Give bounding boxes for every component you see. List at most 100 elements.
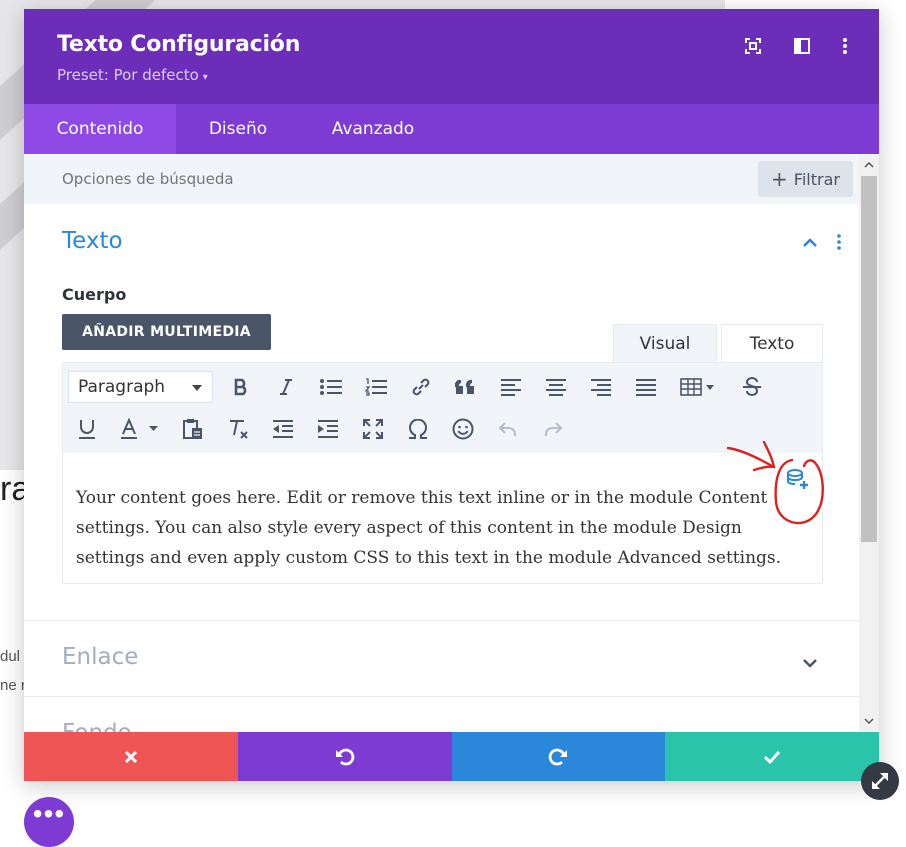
- tab-content[interactable]: Contenido: [24, 104, 176, 154]
- section-divider: [24, 620, 859, 621]
- resize-modal-button[interactable]: [861, 762, 899, 800]
- section-options-button[interactable]: [836, 234, 842, 255]
- check-icon: [764, 750, 781, 764]
- scroll-up-arrow-icon[interactable]: [859, 156, 879, 174]
- tab-design[interactable]: Diseño: [176, 104, 300, 154]
- justify-icon: [636, 379, 656, 396]
- filter-label: Filtrar: [793, 169, 840, 189]
- search-input[interactable]: [54, 164, 670, 194]
- chevron-down-icon: [192, 385, 202, 391]
- filter-button[interactable]: + Filtrar: [758, 161, 853, 197]
- tab-advanced[interactable]: Avanzado: [300, 104, 446, 154]
- numbered-list-button[interactable]: [361, 372, 391, 402]
- expand-icon: [363, 419, 383, 439]
- editor-tab-visual[interactable]: Visual: [613, 324, 717, 363]
- editor-content[interactable]: Your content goes here. Edit or remove t…: [76, 483, 806, 573]
- resize-arrows-icon: [872, 773, 888, 789]
- settings-modal: Texto Configuración Preset: Por defecto ▾…: [24, 9, 879, 781]
- scrollbar[interactable]: [859, 154, 879, 732]
- smiley-icon: [452, 418, 474, 440]
- caret-down-icon: ▾: [202, 72, 208, 83]
- chevron-down-icon: [803, 659, 817, 668]
- bullet-list-button[interactable]: [316, 372, 346, 402]
- indent-icon: [318, 420, 338, 438]
- search-bar: + Filtrar: [24, 154, 859, 204]
- scrollbar-thumb[interactable]: [861, 176, 877, 542]
- italic-icon: [280, 379, 292, 395]
- strikethrough-button[interactable]: [737, 372, 767, 402]
- fullscreen-button[interactable]: [742, 35, 764, 57]
- more-vertical-icon: [837, 234, 841, 250]
- modal-title: Texto Configuración: [57, 32, 301, 57]
- close-icon: [124, 750, 137, 763]
- emoji-button[interactable]: [448, 414, 478, 444]
- add-media-button[interactable]: AÑADIR MULTIMEDIA: [62, 314, 271, 350]
- undo-button[interactable]: [237, 732, 452, 781]
- omega-icon: [409, 419, 427, 439]
- plus-icon: +: [771, 167, 788, 191]
- expand-section-button[interactable]: [802, 655, 818, 673]
- table-icon: [680, 378, 714, 396]
- redo-button[interactable]: [451, 732, 666, 781]
- text-color-icon: [121, 418, 158, 439]
- bullet-list-icon: [320, 379, 342, 395]
- preset-selector[interactable]: Preset: Por defecto ▾: [57, 66, 208, 84]
- save-button[interactable]: [665, 732, 879, 781]
- bold-icon: [234, 378, 247, 396]
- outdent-button[interactable]: [268, 414, 298, 444]
- numbered-list-icon: [365, 378, 387, 396]
- text-color-button[interactable]: [114, 414, 166, 444]
- table-button[interactable]: [676, 372, 720, 402]
- bold-button[interactable]: [226, 372, 256, 402]
- chevron-up-icon: [803, 238, 817, 247]
- more-vertical-icon: [843, 38, 847, 54]
- underline-button[interactable]: [72, 414, 102, 444]
- split-view-button[interactable]: [791, 35, 813, 57]
- more-options-button[interactable]: [834, 35, 856, 57]
- editor-toolbar: Paragraph: [63, 363, 822, 453]
- italic-button[interactable]: [271, 372, 301, 402]
- format-select-value: Paragraph: [78, 377, 166, 397]
- special-character-button[interactable]: [403, 414, 433, 444]
- redo-arrow-icon: [545, 422, 563, 436]
- clear-formatting-icon: [230, 420, 248, 439]
- settings-tabs: Contenido Diseño Avanzado: [24, 104, 879, 154]
- indent-button[interactable]: [313, 414, 343, 444]
- background-text-line: ne r: [0, 677, 26, 694]
- blockquote-button[interactable]: [451, 372, 481, 402]
- clear-formatting-button[interactable]: [223, 414, 253, 444]
- section-divider: [24, 696, 859, 697]
- paste-text-button[interactable]: [178, 414, 208, 444]
- section-title-link[interactable]: Enlace: [62, 644, 138, 670]
- rich-text-editor: Paragraph Your content goes here. Edit o…: [62, 362, 823, 584]
- align-left-button[interactable]: [496, 372, 526, 402]
- scroll-down-arrow-icon[interactable]: [859, 712, 879, 730]
- undo-arrow-icon: [498, 422, 516, 436]
- strikethrough-icon: [743, 377, 761, 396]
- justify-button[interactable]: [631, 372, 661, 402]
- fullscreen-icon: [745, 38, 761, 54]
- quote-icon: [455, 379, 474, 394]
- discard-button[interactable]: [24, 732, 238, 781]
- link-button[interactable]: [406, 372, 436, 402]
- undo-edit-button[interactable]: [493, 414, 523, 444]
- redo-edit-button[interactable]: [538, 414, 568, 444]
- undo-icon: [335, 748, 354, 765]
- preset-label: Preset: Por defecto: [57, 66, 199, 84]
- section-title-text[interactable]: Texto: [62, 228, 123, 254]
- align-center-button[interactable]: [541, 372, 571, 402]
- fullscreen-editor-button[interactable]: [358, 414, 388, 444]
- align-center-icon: [546, 379, 566, 396]
- redo-icon: [549, 748, 568, 765]
- align-right-button[interactable]: [586, 372, 616, 402]
- section-title-background[interactable]: Fondo: [62, 720, 132, 732]
- align-left-icon: [501, 379, 521, 396]
- collapse-section-button[interactable]: [802, 235, 818, 253]
- page-settings-button[interactable]: •••: [24, 797, 74, 847]
- format-select[interactable]: Paragraph: [68, 371, 213, 403]
- body-field-label: Cuerpo: [62, 285, 127, 304]
- settings-content: + Filtrar Texto Cuerpo AÑADIR MULTIMEDIA…: [24, 154, 859, 732]
- background-text-line: dul: [0, 648, 21, 665]
- outdent-icon: [273, 420, 293, 438]
- editor-tab-text[interactable]: Texto: [721, 324, 823, 364]
